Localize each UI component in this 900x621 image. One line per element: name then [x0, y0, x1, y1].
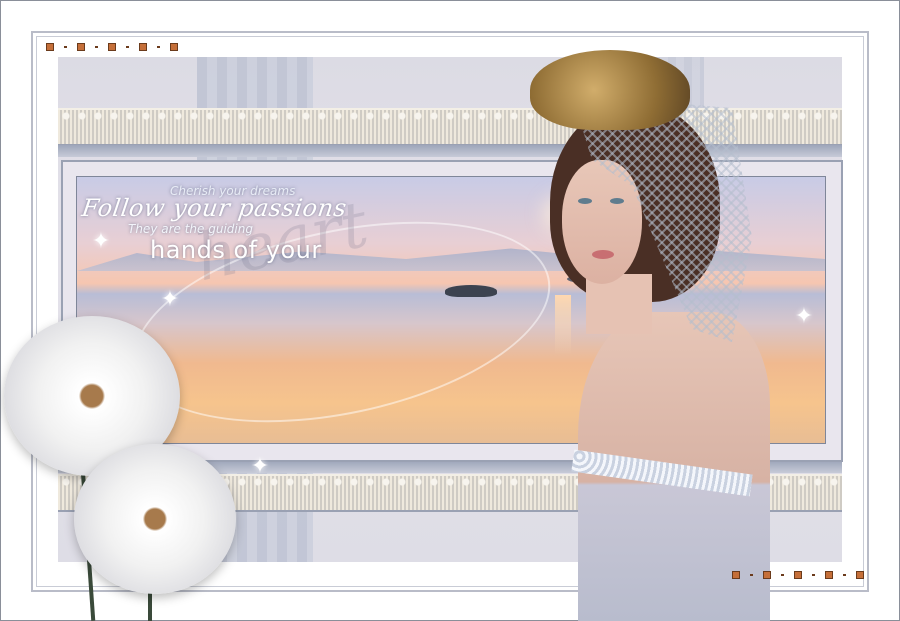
sparkle-icon: ✦	[91, 229, 111, 254]
floral-crown	[530, 50, 690, 130]
woman-figure	[530, 42, 770, 621]
sparkle-icon: ✦	[794, 304, 814, 329]
decorative-dots-bottom	[732, 571, 864, 579]
eye-right	[610, 198, 624, 204]
text-line-4: hands of your	[150, 236, 322, 264]
eye-left	[578, 198, 592, 204]
lips	[592, 250, 614, 259]
sparkle-icon: ✦	[160, 287, 180, 312]
sparkle-icon: ✦	[250, 454, 270, 479]
decorative-dots-top	[46, 43, 178, 51]
text-line-3: They are the guiding	[128, 222, 253, 236]
white-flower	[74, 444, 236, 594]
text-line-2: Follow your passions	[80, 194, 349, 222]
